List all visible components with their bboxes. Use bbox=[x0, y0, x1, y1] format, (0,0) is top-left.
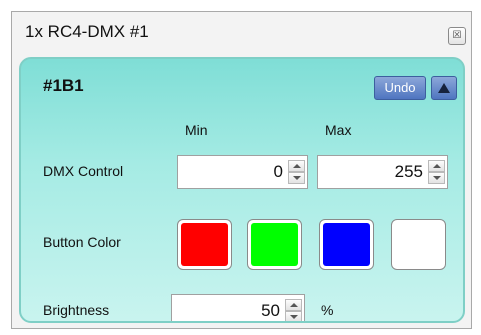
dmx-min-up-button[interactable] bbox=[288, 160, 305, 172]
brightness-value: 50 bbox=[261, 301, 280, 320]
title-bar: 1x RC4-DMX #1 ☒ bbox=[12, 12, 471, 52]
brightness-stepper[interactable]: 50 bbox=[171, 294, 305, 321]
dmx-min-down-button[interactable] bbox=[288, 172, 305, 184]
dmx-max-arrows bbox=[428, 160, 445, 184]
swatch-fill bbox=[181, 223, 228, 266]
device-window: 1x RC4-DMX #1 ☒ #1B1 Undo Min Max DMX Co… bbox=[11, 11, 472, 329]
arrow-up-icon bbox=[289, 303, 298, 307]
dmx-max-up-button[interactable] bbox=[428, 160, 445, 172]
color-swatch-green[interactable] bbox=[247, 219, 302, 270]
arrow-up-icon bbox=[292, 164, 301, 168]
arrow-up-icon bbox=[432, 164, 441, 168]
dmx-min-stepper[interactable]: 0 bbox=[177, 155, 308, 189]
max-header: Max bbox=[325, 122, 352, 138]
brightness-unit: % bbox=[321, 302, 334, 318]
dmx-max-value: 255 bbox=[394, 162, 423, 181]
color-swatch-red[interactable] bbox=[177, 219, 232, 270]
dmx-max-stepper[interactable]: 255 bbox=[317, 155, 448, 189]
close-button[interactable]: ☒ bbox=[448, 27, 466, 45]
collapse-button[interactable] bbox=[431, 76, 457, 100]
dmx-min-value: 0 bbox=[273, 162, 283, 181]
dmx-max-down-button[interactable] bbox=[428, 172, 445, 184]
color-swatch-white[interactable] bbox=[391, 219, 446, 270]
undo-button[interactable]: Undo bbox=[374, 76, 426, 100]
brightness-up-button[interactable] bbox=[285, 299, 302, 311]
arrow-down-icon bbox=[432, 176, 441, 180]
channel-panel: #1B1 Undo Min Max DMX Control 0 255 Butt… bbox=[19, 57, 465, 323]
brightness-down-button[interactable] bbox=[285, 311, 302, 321]
close-icon: ☒ bbox=[452, 30, 462, 41]
min-header: Min bbox=[185, 122, 208, 138]
swatch-fill bbox=[323, 223, 370, 266]
color-swatch-blue[interactable] bbox=[319, 219, 374, 270]
brightness-label: Brightness bbox=[43, 302, 110, 318]
arrow-down-icon bbox=[292, 176, 301, 180]
swatch-fill bbox=[395, 223, 442, 266]
panel-title: #1B1 bbox=[43, 76, 84, 95]
triangle-up-icon bbox=[438, 83, 450, 93]
dmx-min-arrows bbox=[288, 160, 305, 184]
button-color-label: Button Color bbox=[43, 234, 121, 250]
swatch-fill bbox=[251, 223, 298, 266]
arrow-down-icon bbox=[289, 315, 298, 319]
brightness-arrows bbox=[285, 299, 302, 321]
dmx-control-label: DMX Control bbox=[43, 163, 124, 179]
window-title: 1x RC4-DMX #1 bbox=[25, 22, 149, 41]
